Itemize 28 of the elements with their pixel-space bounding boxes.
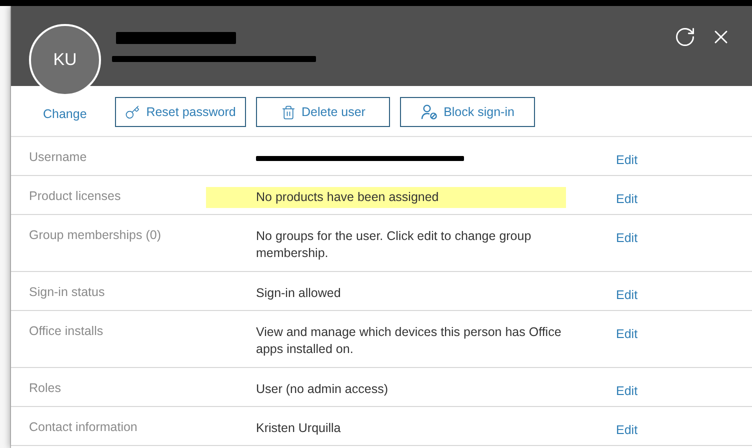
field-label: Office installs bbox=[29, 324, 104, 338]
field-value: No groups for the user. Click edit to change group membership. bbox=[256, 228, 532, 262]
refresh-icon[interactable] bbox=[674, 26, 696, 48]
edit-link[interactable]: Edit bbox=[616, 327, 676, 341]
change-link[interactable]: Change bbox=[43, 103, 115, 121]
action-button[interactable]: Delete user bbox=[256, 97, 390, 127]
field-value: User (no admin access) bbox=[256, 381, 389, 398]
field-value: Sign-in allowed bbox=[256, 285, 342, 302]
field-label: Group memberships (0) bbox=[29, 228, 162, 242]
field-label: Product licenses bbox=[29, 189, 122, 203]
key-icon bbox=[125, 104, 140, 120]
field-label: Username bbox=[29, 150, 88, 164]
field-label: Roles bbox=[29, 381, 62, 395]
field-label: Sign-in status bbox=[29, 285, 106, 299]
action-button[interactable]: Reset password bbox=[115, 97, 246, 127]
edit-link[interactable]: Edit bbox=[616, 288, 676, 302]
field-label: Contact information bbox=[29, 420, 138, 434]
field-value: No products have been assigned bbox=[206, 187, 566, 208]
edit-link[interactable]: Edit bbox=[616, 231, 676, 245]
trash-icon bbox=[280, 104, 296, 120]
field-value: View and manage which devices this person has Office apps installed on. bbox=[256, 324, 562, 358]
edit-link[interactable]: Edit bbox=[616, 192, 676, 206]
edit-link[interactable]: Edit bbox=[616, 153, 676, 167]
action-button[interactable]: Block sign-in bbox=[400, 97, 535, 127]
field-value: Kristen Urquilla bbox=[256, 420, 342, 437]
user-blocked-icon bbox=[420, 104, 438, 120]
edit-link[interactable]: Edit bbox=[616, 384, 676, 398]
edit-link[interactable]: Edit bbox=[616, 423, 676, 437]
